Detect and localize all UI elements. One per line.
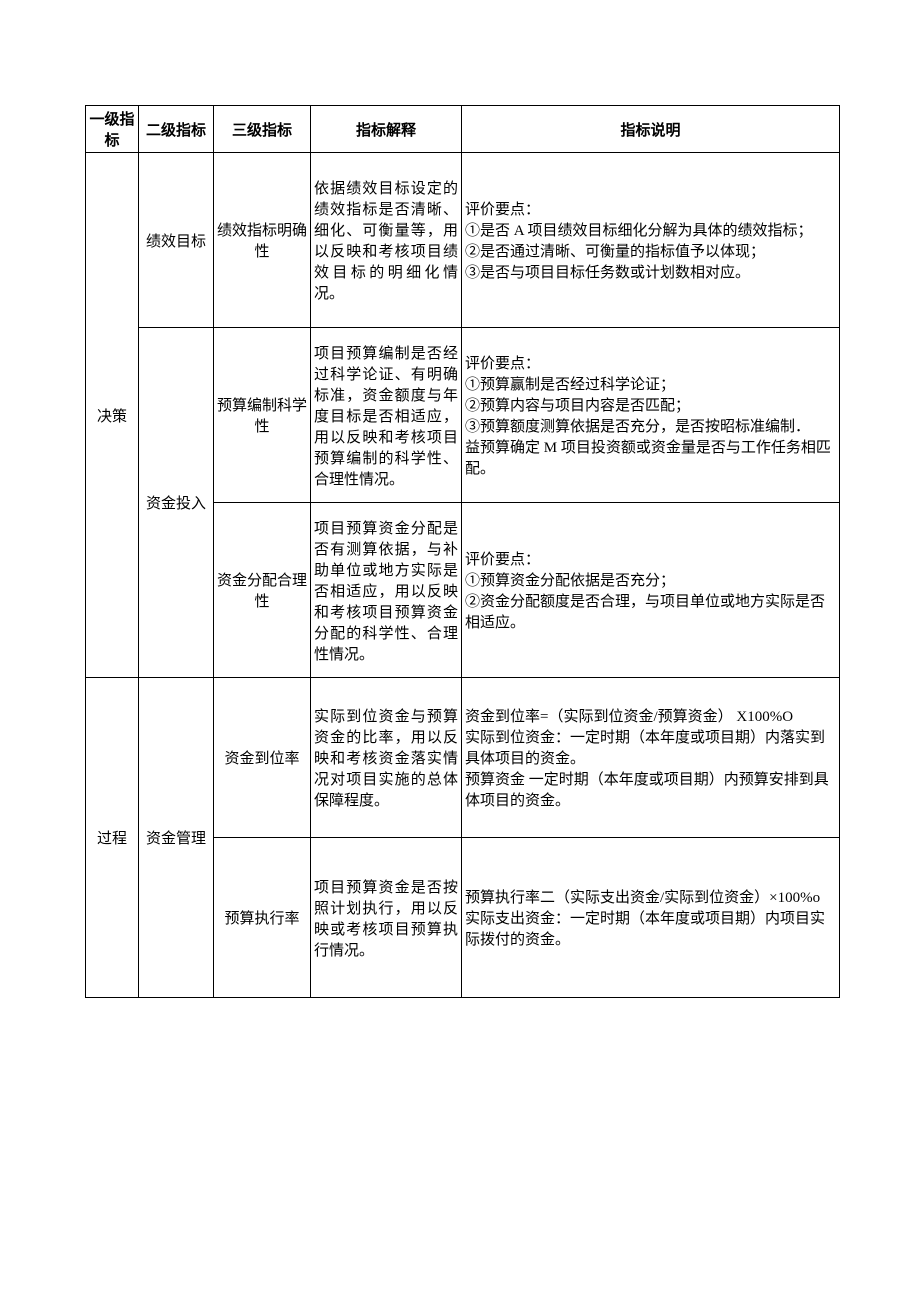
cell-explain: 实际到位资金与预算资金的比率，用以反映和考核资金落实情况对项目实施的总体保障程度… [311, 678, 462, 838]
cell-level3: 绩效指标明确性 [214, 153, 311, 328]
table-header-row: 一级指标 二级指标 三级指标 指标解释 指标说明 [86, 106, 840, 153]
header-desc: 指标说明 [462, 106, 840, 153]
table-row: 过程 资金管理 资金到位率 实际到位资金与预算资金的比率，用以反映和考核资金落实… [86, 678, 840, 838]
cell-level3: 预算编制科学性 [214, 328, 311, 503]
cell-desc: 预算执行率二（实际支出资金/实际到位资金）×100%o实际支出资金：一定时期（本… [462, 838, 840, 998]
cell-level2: 资金管理 [139, 678, 214, 998]
cell-explain: 依据绩效目标设定的绩效指标是否清晰、细化、可衡量等，用以反映和考核项目绩效目标的… [311, 153, 462, 328]
cell-desc: 评价要点：①预算资金分配依据是否充分；②资金分配额度是否合理，与项目单位或地方实… [462, 503, 840, 678]
cell-level2: 资金投入 [139, 328, 214, 678]
cell-level1: 过程 [86, 678, 139, 998]
cell-level3: 资金分配合理性 [214, 503, 311, 678]
table-row: 决策 绩效目标 绩效指标明确性 依据绩效目标设定的绩效指标是否清晰、细化、可衡量… [86, 153, 840, 328]
cell-explain: 项目预算资金是否按照计划执行，用以反映或考核项目预算执行情况。 [311, 838, 462, 998]
cell-level2: 绩效目标 [139, 153, 214, 328]
cell-level1: 决策 [86, 153, 139, 678]
cell-desc: 评价要点：①是否 A 项目绩效目标细化分解为具体的绩效指标；②是否通过清晰、可衡… [462, 153, 840, 328]
cell-desc: 评价要点：①预算赢制是否经过科学论证；②预算内容与项目内容是否匹配；③预算额度测… [462, 328, 840, 503]
cell-desc: 资金到位率=（实际到位资金/预算资金） X100%O实际到位资金：一定时期（本年… [462, 678, 840, 838]
cell-level3: 预算执行率 [214, 838, 311, 998]
cell-explain: 项目预算资金分配是否有测算依据，与补助单位或地方实际是否相适应，用以反映和考核项… [311, 503, 462, 678]
table-row: 资金投入 预算编制科学性 项目预算编制是否经过科学论证、有明确标准，资金额度与年… [86, 328, 840, 503]
header-level3: 三级指标 [214, 106, 311, 153]
header-level2: 二级指标 [139, 106, 214, 153]
cell-explain: 项目预算编制是否经过科学论证、有明确标准，资金额度与年度目标是否相适应，用以反映… [311, 328, 462, 503]
header-explain: 指标解释 [311, 106, 462, 153]
cell-level3: 资金到位率 [214, 678, 311, 838]
header-level1: 一级指标 [86, 106, 139, 153]
indicator-table: 一级指标 二级指标 三级指标 指标解释 指标说明 决策 绩效目标 绩效指标明确性… [85, 105, 840, 998]
